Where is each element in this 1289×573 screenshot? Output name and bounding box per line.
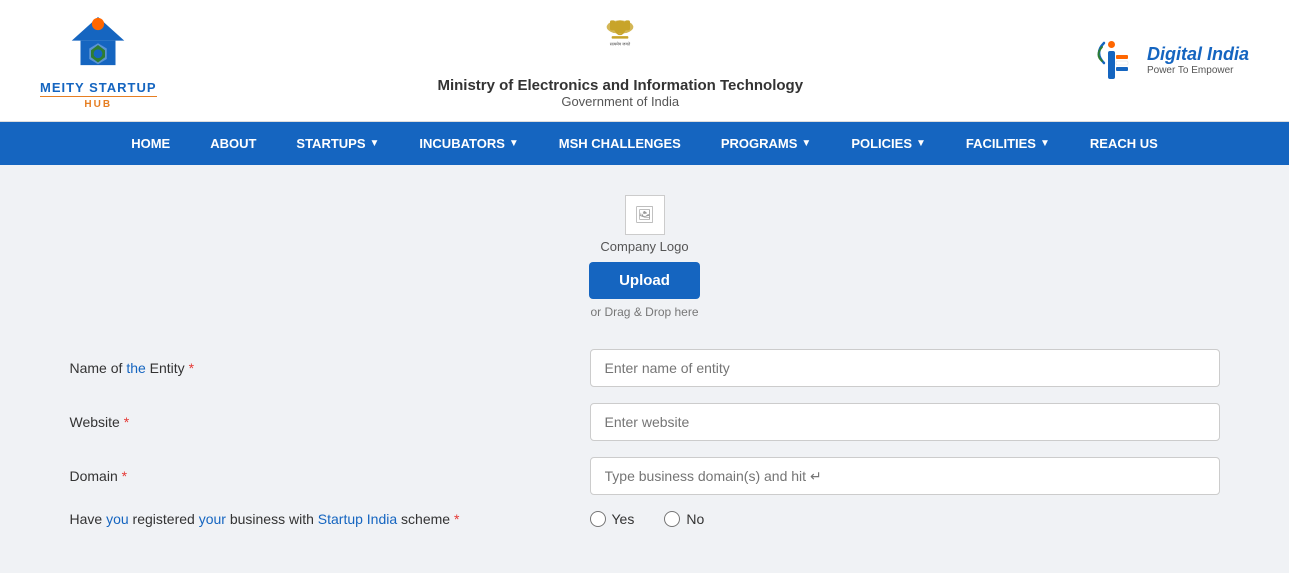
meity-logo-icon [63, 10, 133, 80]
entity-name-row: Name of the Entity * [70, 349, 1220, 387]
startup-india-label: Have you registered your business with S… [70, 511, 590, 527]
entity-name-input[interactable] [590, 349, 1220, 387]
di-sublabel: Power To Empower [1147, 65, 1249, 76]
website-required: * [124, 414, 129, 430]
nav-home[interactable]: HOME [111, 122, 190, 165]
navbar: HOME ABOUT STARTUPS ▼ INCUBATORS ▼ MSH C… [0, 122, 1289, 165]
nav-startups-label: STARTUPS [296, 136, 365, 151]
nav-startups-caret: ▼ [370, 138, 380, 149]
upload-section: 🖼 Company Logo Upload or Drag & Drop her… [70, 195, 1220, 319]
you-highlight: you [106, 511, 129, 527]
meity-logo-section: MEITY STARTUP HUB [40, 10, 157, 111]
domain-label: Domain * [70, 468, 590, 484]
meity-line2: HUB [40, 96, 157, 111]
nav-reach-us-label: REACH US [1090, 136, 1158, 151]
di-label: Digital India [1147, 44, 1249, 65]
company-logo-label: Company Logo [600, 239, 688, 254]
ministry-name: Ministry of Electronics and Information … [437, 77, 803, 94]
nav-facilities[interactable]: FACILITIES ▼ [946, 122, 1070, 165]
form-fields: Name of the Entity * Website * Domain * [70, 349, 1220, 527]
main-content: 🖼 Company Logo Upload or Drag & Drop her… [0, 165, 1289, 573]
form-container: 🖼 Company Logo Upload or Drag & Drop her… [70, 195, 1220, 527]
nav-incubators-caret: ▼ [509, 138, 519, 149]
no-label: No [686, 511, 704, 527]
nav-about-label: ABOUT [210, 136, 256, 151]
broken-image-icon: 🖼 [634, 205, 654, 225]
yes-radio-label[interactable]: Yes [590, 511, 635, 527]
nav-msh-label: MSH CHALLENGES [559, 136, 681, 151]
nav-reach-us[interactable]: REACH US [1070, 122, 1178, 165]
startup-india-radio-group: Yes No [590, 511, 1220, 527]
nav-policies[interactable]: POLICIES ▼ [831, 122, 946, 165]
nav-home-label: HOME [131, 136, 170, 151]
drag-drop-text: or Drag & Drop here [590, 305, 698, 319]
website-input[interactable] [590, 403, 1220, 441]
nav-policies-caret: ▼ [916, 138, 926, 149]
startup-india-highlight: Startup India [318, 511, 397, 527]
startup-india-required: * [454, 511, 459, 527]
domain-required: * [122, 468, 127, 484]
header-center: सत्यमेव जयते Ministry of Electronics and… [437, 12, 803, 109]
nav-programs-caret: ▼ [801, 138, 811, 149]
no-radio[interactable] [664, 511, 680, 527]
nav-incubators-label: INCUBATORS [419, 136, 504, 151]
nav-incubators[interactable]: INCUBATORS ▼ [399, 122, 538, 165]
your-highlight: your [199, 511, 226, 527]
entity-highlight: the [126, 360, 145, 376]
gov-name: Government of India [437, 94, 803, 109]
ashoka-emblem-icon: सत्यमेव जयते [595, 12, 645, 72]
meity-line1: MEITY STARTUP [40, 80, 157, 96]
header-right: Digital India Power To Empower [1084, 33, 1249, 88]
nav-facilities-caret: ▼ [1040, 138, 1050, 149]
website-row: Website * [70, 403, 1220, 441]
domain-row: Domain * [70, 457, 1220, 495]
yes-radio[interactable] [590, 511, 606, 527]
meity-logo-text: MEITY STARTUP HUB [40, 80, 157, 111]
yes-label: Yes [612, 511, 635, 527]
nav-facilities-label: FACILITIES [966, 136, 1036, 151]
digital-india-text: Digital India Power To Empower [1147, 44, 1249, 76]
header: MEITY STARTUP HUB [0, 0, 1289, 122]
website-label: Website * [70, 414, 590, 430]
digital-india-icon [1084, 33, 1139, 88]
startup-india-row: Have you registered your business with S… [70, 511, 1220, 527]
domain-input[interactable] [590, 457, 1220, 495]
digital-india-logo: Digital India Power To Empower [1084, 33, 1249, 88]
nav-startups[interactable]: STARTUPS ▼ [276, 122, 399, 165]
meity-logo: MEITY STARTUP HUB [40, 10, 157, 111]
nav-policies-label: POLICIES [851, 136, 912, 151]
nav-programs-label: PROGRAMS [721, 136, 798, 151]
nav-msh[interactable]: MSH CHALLENGES [539, 122, 701, 165]
no-radio-label[interactable]: No [664, 511, 704, 527]
nav-programs[interactable]: PROGRAMS ▼ [701, 122, 831, 165]
gov-emblem: सत्यमेव जयते [437, 12, 803, 77]
entity-required: * [189, 360, 194, 376]
logo-preview: 🖼 [625, 195, 665, 235]
entity-name-label: Name of the Entity * [70, 360, 590, 376]
nav-about[interactable]: ABOUT [190, 122, 276, 165]
svg-text:सत्यमेव जयते: सत्यमेव जयते [610, 41, 631, 46]
upload-button[interactable]: Upload [589, 262, 700, 299]
